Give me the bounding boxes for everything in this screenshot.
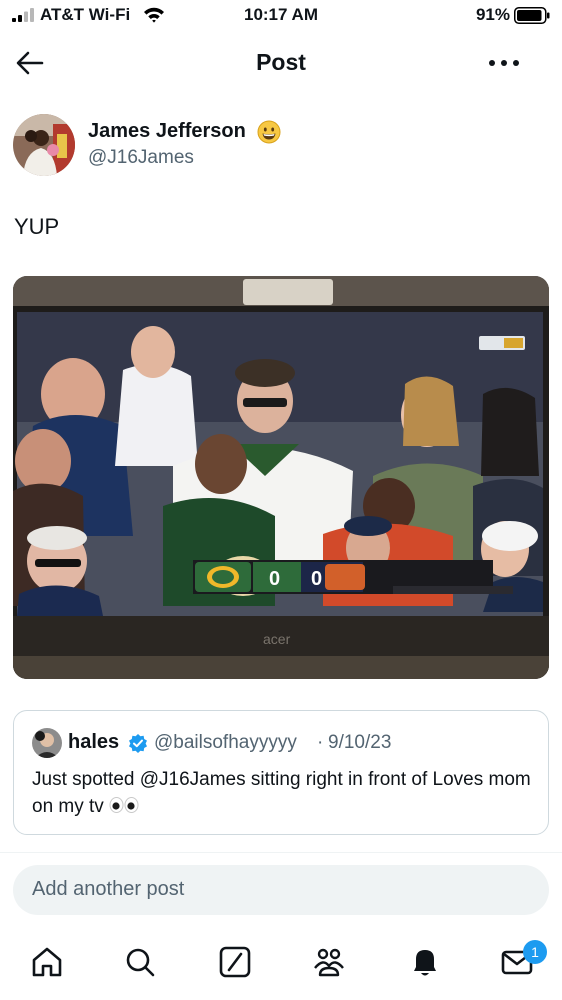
messages-badge: 1 — [523, 940, 547, 964]
quoted-author-handle: @bailsofhayyyyy — [154, 732, 297, 753]
quoted-author-avatar — [32, 728, 62, 758]
post-text: YUP — [14, 214, 60, 239]
quoted-date: 9/10/23 — [328, 732, 392, 753]
reply-input[interactable]: Add another post — [13, 865, 549, 915]
reply-placeholder: Add another post — [32, 878, 185, 900]
divider — [0, 852, 562, 853]
top-nav: Post — [0, 36, 562, 90]
quoted-author-name: hales — [68, 731, 120, 753]
quoted-text: Just spotted @J16James sitting right in … — [32, 766, 532, 820]
post-image[interactable]: 0 0 acer — [13, 276, 549, 679]
bottom-tab-bar — [0, 930, 562, 1000]
author-name[interactable]: James Jefferson — [88, 120, 246, 143]
notifications-icon[interactable] — [407, 944, 443, 980]
verified-badge-icon — [129, 734, 147, 753]
battery-percentage: 91% — [475, 5, 510, 24]
page-title: Post — [256, 49, 306, 75]
tv-brand-logo: acer — [263, 631, 291, 647]
communities-icon[interactable] — [311, 944, 347, 980]
home-icon[interactable] — [29, 944, 65, 980]
quoted-post[interactable]: hales @bailsofhayyyyy · 9/10/23 Just spo… — [13, 710, 549, 835]
eyes-emoji-icon — [109, 797, 139, 813]
author-handle[interactable]: @J16James — [88, 147, 194, 169]
status-bar: AT&T Wi-Fi 10:17 AM 91% — [0, 0, 562, 32]
score-away: 0 — [311, 568, 322, 590]
score-home: 0 — [269, 568, 280, 590]
author-avatar[interactable] — [13, 114, 75, 176]
grok-icon[interactable] — [217, 944, 253, 980]
more-options-icon[interactable] — [486, 48, 522, 78]
search-icon[interactable] — [122, 944, 158, 980]
grinning-face-emoji-icon — [257, 120, 281, 144]
quoted-separator: · — [317, 732, 324, 753]
battery-icon — [514, 7, 550, 24]
quoted-text-body: Just spotted @J16James sitting right in … — [32, 769, 531, 817]
